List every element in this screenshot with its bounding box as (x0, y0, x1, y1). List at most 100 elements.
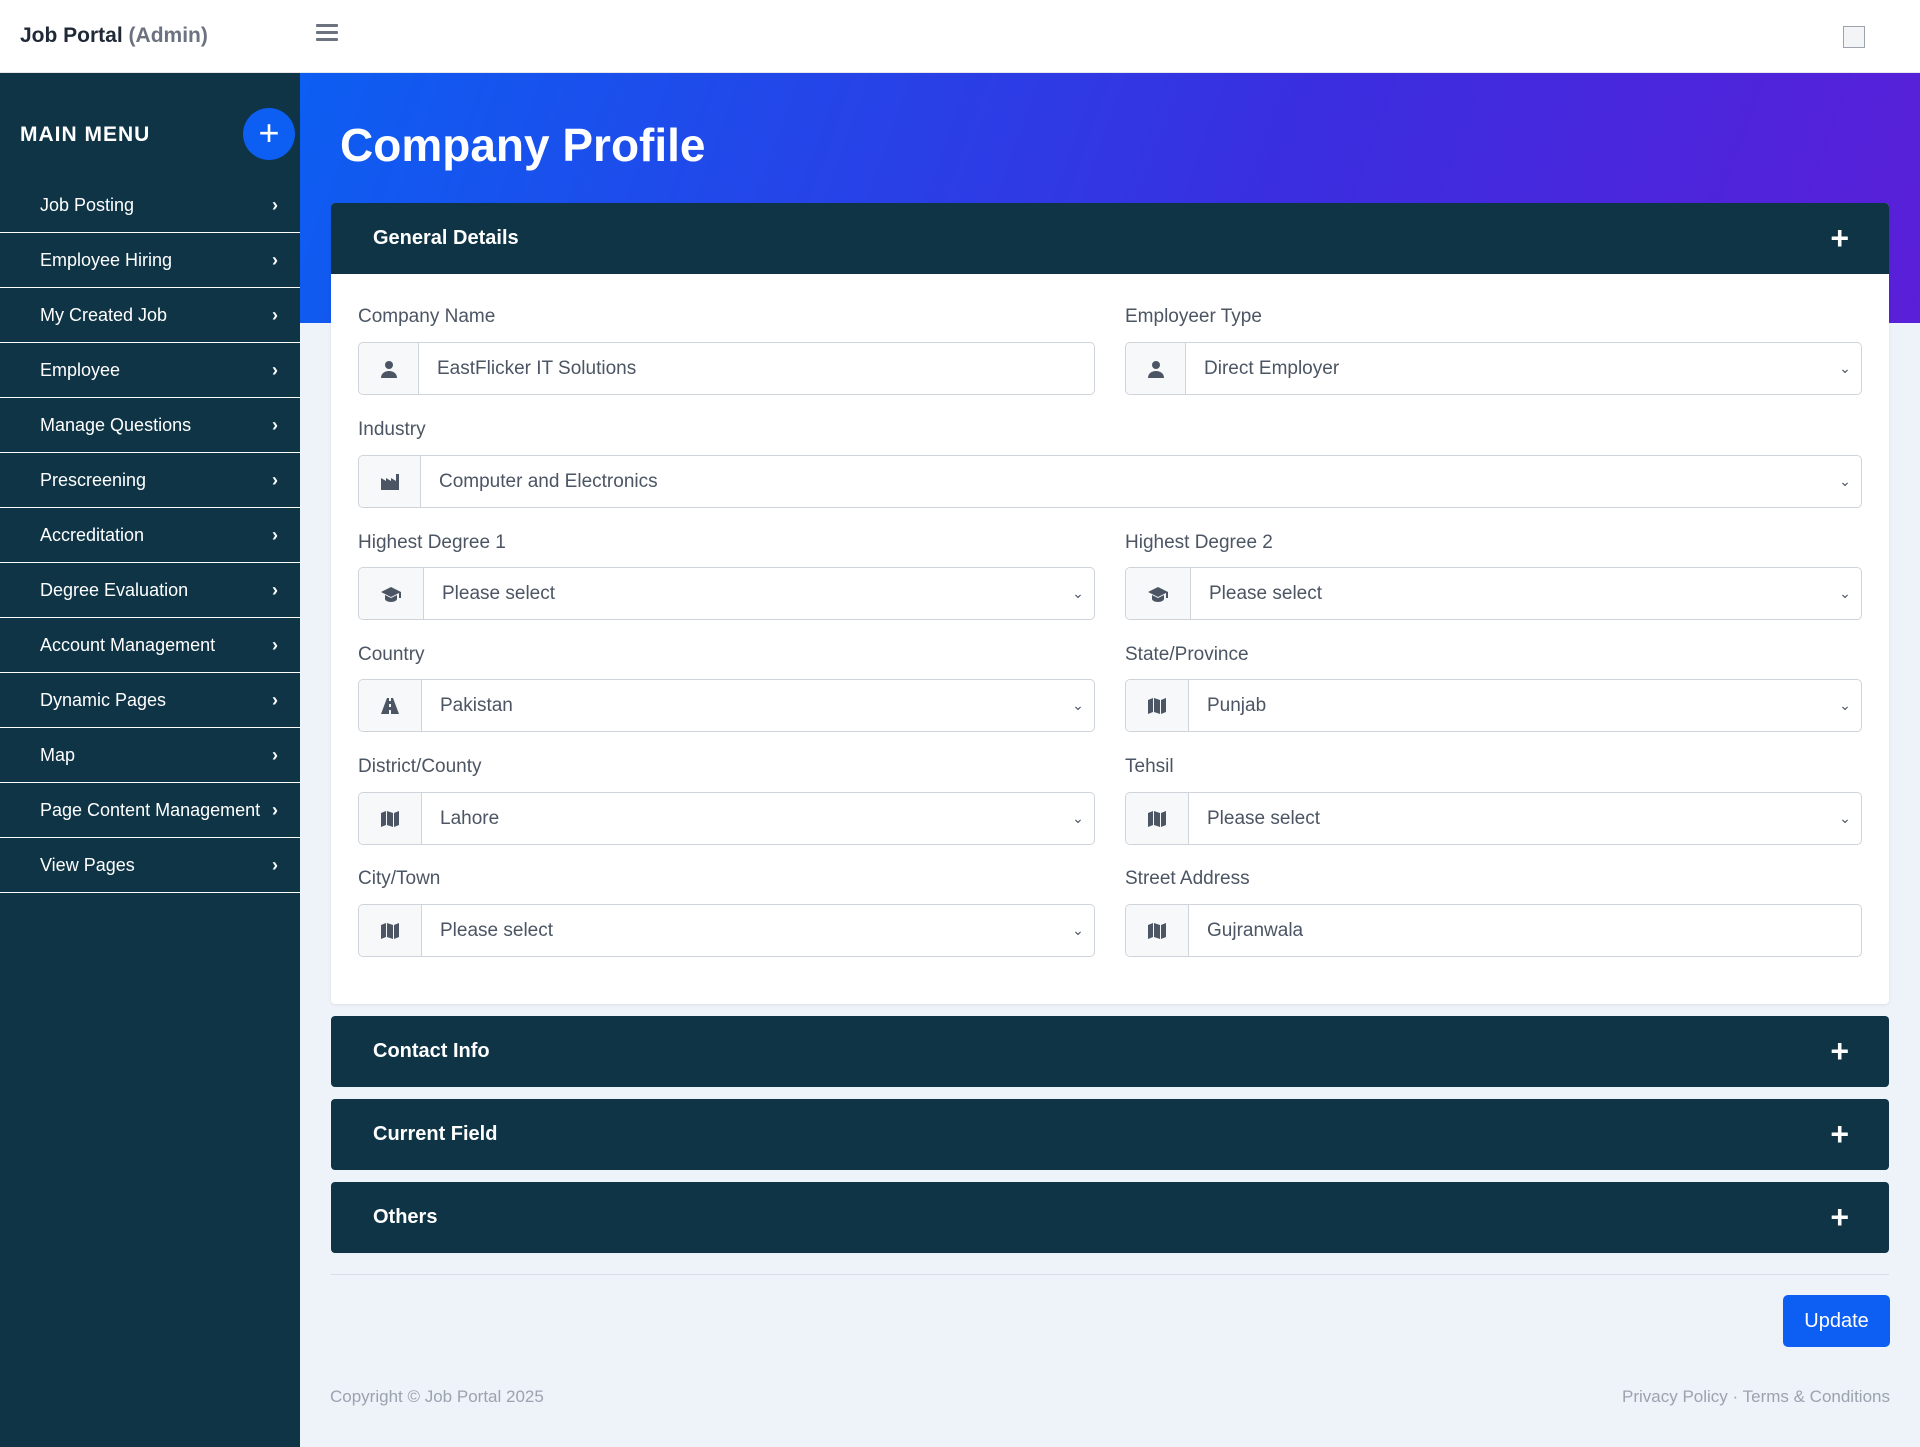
country-select[interactable]: Pakistan ⌄ (358, 679, 1095, 732)
contact-info-panel: Contact Info + (331, 1016, 1889, 1087)
chevron-down-icon: ⌄ (1839, 473, 1851, 489)
sidebar-item-label: My Created Job (40, 304, 168, 325)
sidebar-item-label: View Pages (40, 854, 135, 875)
city-select[interactable]: Please select ⌄ (358, 904, 1095, 957)
others-header[interactable]: Others + (331, 1182, 1889, 1253)
degree2-select[interactable]: Please select ⌄ (1125, 567, 1862, 620)
degree2-value: Please select (1209, 582, 1323, 604)
company-name-input[interactable]: EastFlicker IT Solutions (358, 342, 1095, 395)
state-label: State/Province (1125, 644, 1249, 665)
sidebar-item-label: Prescreening (40, 469, 147, 490)
divider (331, 1274, 1889, 1275)
map-icon (1126, 793, 1189, 844)
sidebar-item-view-pages[interactable]: View Pages › (0, 838, 300, 893)
industry-value: Computer and Electronics (439, 470, 658, 492)
contact-info-header[interactable]: Contact Info + (331, 1016, 1889, 1087)
plus-icon: + (1830, 1199, 1849, 1235)
chevron-down-icon: ⌄ (1839, 697, 1851, 713)
brand-name: Job Portal (20, 24, 123, 47)
panel-title: Current Field (373, 1123, 498, 1145)
chevron-right-icon: › (272, 359, 278, 380)
general-details-header[interactable]: General Details + (331, 203, 1889, 274)
employer-type-label: Employeer Type (1125, 306, 1262, 327)
industry-select[interactable]: Computer and Electronics ⌄ (358, 455, 1862, 508)
tehsil-label: Tehsil (1125, 756, 1174, 777)
chevron-down-icon: ⌄ (1072, 697, 1084, 713)
footer-separator: · (1727, 1387, 1743, 1406)
map-icon (1126, 905, 1189, 956)
sidebar-item-label: Degree Evaluation (40, 579, 189, 600)
update-button[interactable]: Update (1783, 1295, 1890, 1347)
sidebar-item-my-created-job[interactable]: My Created Job › (0, 288, 300, 343)
country-value: Pakistan (440, 694, 513, 716)
brand-role: (Admin) (128, 24, 208, 47)
chevron-right-icon: › (272, 634, 278, 655)
user-icon (1126, 343, 1186, 394)
sidebar-item-label: Dynamic Pages (40, 689, 167, 710)
employer-type-select[interactable]: Direct Employer ⌄ (1125, 342, 1862, 395)
sidebar-item-map[interactable]: Map › (0, 728, 300, 783)
footer-links: Privacy Policy · Terms & Conditions (1622, 1387, 1890, 1407)
degree2-label: Highest Degree 2 (1125, 532, 1273, 553)
street-address-value: Gujranwala (1207, 919, 1304, 941)
degree1-select[interactable]: Please select ⌄ (358, 567, 1095, 620)
privacy-policy-link[interactable]: Privacy Policy (1622, 1387, 1728, 1406)
sidebar-item-label: Map (40, 744, 76, 765)
industry-label: Industry (358, 419, 426, 440)
chevron-right-icon: › (272, 304, 278, 325)
sidebar-item-manage-questions[interactable]: Manage Questions › (0, 398, 300, 453)
map-icon (1126, 680, 1189, 731)
sidebar: MAIN MENU + Job Posting › Employee Hiring… (0, 73, 300, 1447)
sidebar-menu: Job Posting › Employee Hiring › My Created… (0, 178, 300, 893)
main-menu-title: MAIN MENU (20, 123, 151, 146)
state-value: Punjab (1207, 694, 1267, 716)
sidebar-item-employee-hiring[interactable]: Employee Hiring › (0, 233, 300, 288)
road-icon (359, 680, 422, 731)
chevron-right-icon: › (272, 194, 278, 215)
sidebar-item-label: Employee (40, 359, 121, 380)
sidebar-item-label: Manage Questions (40, 414, 192, 435)
plus-icon: + (1830, 1033, 1849, 1069)
street-label: Street Address (1125, 868, 1250, 889)
plus-icon: + (1830, 220, 1849, 256)
brand[interactable]: Job Portal (Admin) (20, 24, 208, 48)
others-panel: Others + (331, 1182, 1889, 1253)
chevron-right-icon: › (272, 799, 278, 820)
chevron-right-icon: › (272, 744, 278, 765)
industry-icon (359, 456, 421, 507)
sidebar-item-job-posting[interactable]: Job Posting › (0, 178, 300, 233)
hamburger-menu-icon[interactable] (316, 24, 338, 46)
district-value: Lahore (440, 807, 500, 829)
sidebar-item-account-management[interactable]: Account Management › (0, 618, 300, 673)
user-icon (359, 343, 419, 394)
add-button[interactable]: + (243, 108, 295, 160)
district-select[interactable]: Lahore ⌄ (358, 792, 1095, 845)
sidebar-item-degree-evaluation[interactable]: Degree Evaluation › (0, 563, 300, 618)
sidebar-item-label: Job Posting (40, 194, 135, 215)
sidebar-item-accreditation[interactable]: Accreditation › (0, 508, 300, 563)
current-field-panel: Current Field + (331, 1099, 1889, 1170)
chevron-down-icon: ⌄ (1072, 922, 1084, 938)
chevron-right-icon: › (272, 854, 278, 875)
company-name-value: EastFlicker IT Solutions (437, 357, 637, 379)
current-field-header[interactable]: Current Field + (331, 1099, 1889, 1170)
state-select[interactable]: Punjab ⌄ (1125, 679, 1862, 732)
terms-link[interactable]: Terms & Conditions (1743, 1387, 1890, 1406)
map-icon (359, 905, 422, 956)
top-bar: Job Portal (Admin) (0, 0, 1920, 73)
chevron-right-icon: › (272, 524, 278, 545)
tehsil-value: Please select (1207, 807, 1321, 829)
street-address-input[interactable]: Gujranwala (1125, 904, 1862, 957)
general-details-panel: General Details + Company Name EastFlick… (331, 203, 1889, 1004)
sidebar-item-dynamic-pages[interactable]: Dynamic Pages › (0, 673, 300, 728)
avatar[interactable] (1843, 26, 1865, 48)
chevron-down-icon: ⌄ (1839, 360, 1851, 376)
tehsil-select[interactable]: Please select ⌄ (1125, 792, 1862, 845)
plus-icon: + (1830, 1116, 1849, 1152)
chevron-right-icon: › (272, 414, 278, 435)
graduation-cap-icon (1126, 568, 1191, 619)
sidebar-item-prescreening[interactable]: Prescreening › (0, 453, 300, 508)
sidebar-item-page-content-management[interactable]: Page Content Management › (0, 783, 300, 838)
degree1-label: Highest Degree 1 (358, 532, 506, 553)
sidebar-item-employee[interactable]: Employee › (0, 343, 300, 398)
